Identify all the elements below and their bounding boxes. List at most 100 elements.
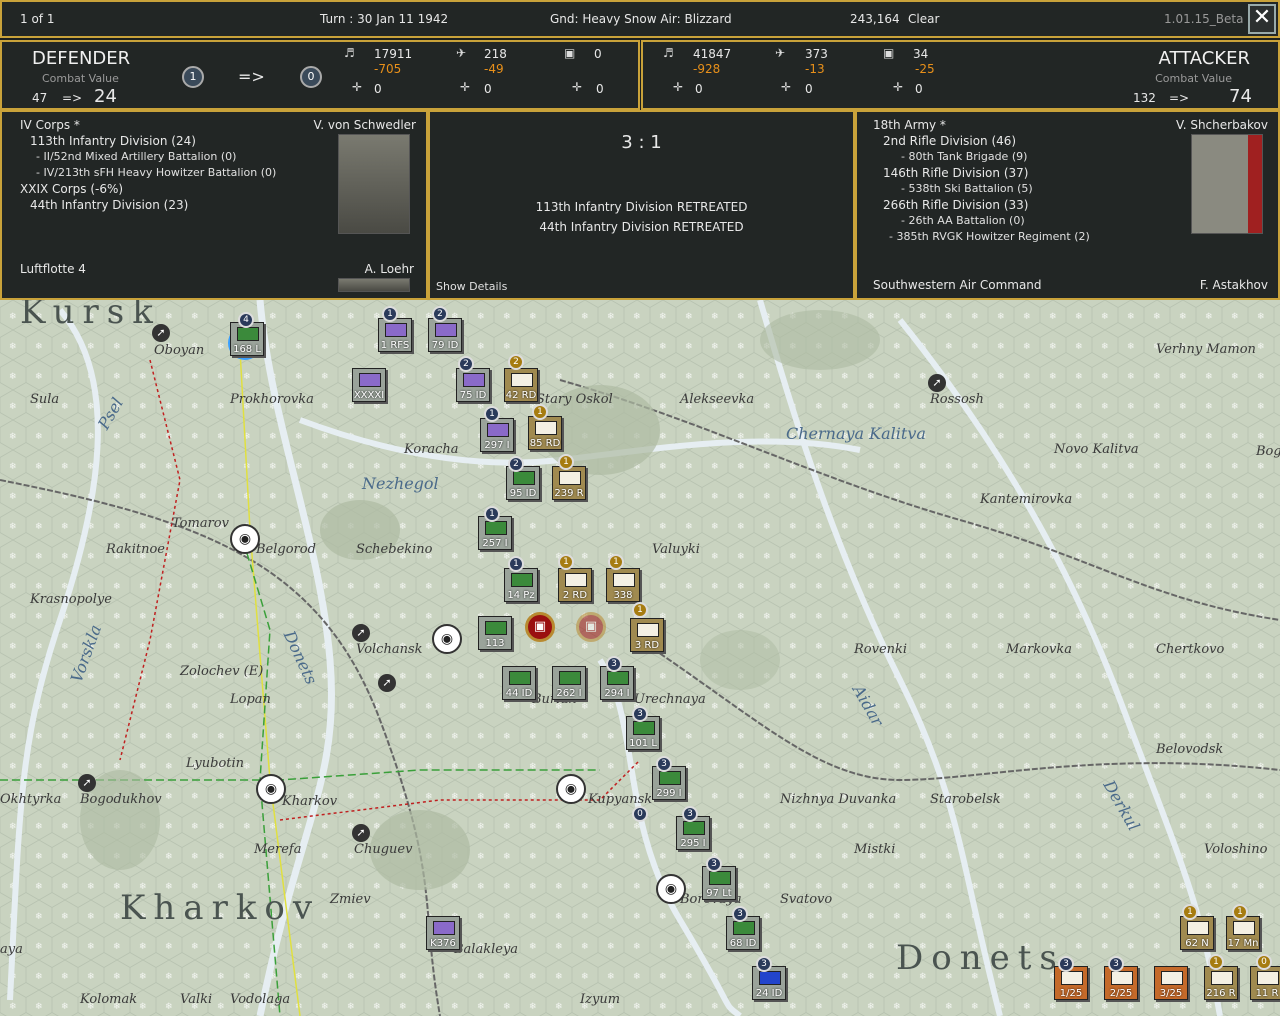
- attacker-subunit-1[interactable]: - 80th Tank Brigade (9): [901, 150, 1027, 163]
- unit-level-badge: 2: [508, 354, 524, 370]
- result-line-2: 44th Infantry Division RETREATED: [539, 220, 744, 234]
- attacker-cv-from: 132: [1133, 91, 1156, 105]
- infantry-icon: ♬: [344, 46, 355, 60]
- city-label: Izyum: [580, 992, 621, 1007]
- attacker-division-2[interactable]: 146th Rifle Division (37): [883, 166, 1028, 180]
- map-unit[interactable]: 44 ID: [502, 666, 536, 700]
- airfield-icon[interactable]: ➚: [78, 774, 96, 792]
- defender-title: DEFENDER: [32, 48, 131, 69]
- attacker-army[interactable]: 18th Army *: [873, 118, 946, 132]
- close-button[interactable]: ✕: [1248, 4, 1276, 34]
- unit-level-badge: 3: [1058, 956, 1074, 972]
- city-label: Stary Oskol: [536, 392, 613, 407]
- defender-air-portrait: [338, 278, 410, 292]
- map-unit[interactable]: 297 I: [480, 418, 514, 452]
- unit-level-badge: 3: [732, 906, 748, 922]
- attacker-subunit-2[interactable]: - 538th Ski Battalion (5): [901, 182, 1033, 195]
- attacker-bomb1: 0: [695, 82, 703, 96]
- defender-division-1[interactable]: 113th Infantry Division (24): [30, 134, 196, 148]
- defender-cv-label: Combat Value: [42, 72, 119, 85]
- attacker-air-command[interactable]: Southwestern Air Command: [873, 278, 1042, 292]
- city-label: Okhtyrka: [0, 792, 62, 807]
- defender-cv-from: 47: [32, 91, 48, 105]
- map-unit[interactable]: 216 R: [1204, 966, 1238, 1000]
- soviet-tank-hq-icon[interactable]: ▣: [576, 612, 606, 642]
- city-label: Koracha: [404, 442, 459, 457]
- top-status-bar: 1 of 1 Turn : 30 Jan 11 1942 Gnd: Heavy …: [0, 0, 1280, 38]
- unit-level-badge: 3: [606, 656, 622, 672]
- map-unit[interactable]: 11 R: [1250, 966, 1280, 1000]
- map-unit[interactable]: 3/25: [1154, 966, 1188, 1000]
- city-label: Sula: [30, 392, 60, 407]
- map-unit[interactable]: 17 Mn: [1226, 916, 1260, 950]
- map-unit[interactable]: 113: [478, 616, 512, 650]
- attacker-division-3[interactable]: 266th Rifle Division (33): [883, 198, 1028, 212]
- bomber-icon: ✛: [352, 80, 363, 94]
- map-unit[interactable]: 2/25: [1104, 966, 1138, 1000]
- heavy-bomber-icon: ✛: [460, 80, 471, 94]
- defender-division-2[interactable]: 44th Infantry Division (23): [30, 198, 188, 212]
- attacker-subunit-3[interactable]: - 26th AA Battalion (0): [901, 214, 1025, 227]
- hq-marker[interactable]: ◉: [556, 774, 586, 804]
- defender-air-command[interactable]: Luftflotte 4: [20, 262, 86, 276]
- map-unit[interactable]: 262 I: [552, 666, 586, 700]
- map-unit[interactable]: 239 R: [552, 466, 586, 500]
- strategic-map[interactable]: ❄ Kursk Kharkov Donets Chernaya Kalitva …: [0, 300, 1280, 1016]
- city-label: Krasnopolye: [30, 592, 112, 607]
- map-unit[interactable]: XXXXI: [352, 368, 386, 402]
- unit-level-badge: 4: [238, 312, 254, 328]
- attacker-subunit-4[interactable]: - 385th RVGK Howitzer Regiment (2): [889, 230, 1090, 243]
- map-unit[interactable]: K376: [426, 916, 460, 950]
- combat-odds: 3 : 1: [621, 132, 662, 153]
- map-unit[interactable]: 3 RD: [630, 618, 664, 652]
- unit-level-badge: 2: [432, 306, 448, 322]
- show-details-link[interactable]: Show Details: [436, 280, 507, 293]
- defender-subunit-2[interactable]: - IV/213th sFH Heavy Howitzer Battalion …: [36, 166, 276, 179]
- defender-commander: V. von Schwedler: [313, 118, 416, 132]
- map-unit[interactable]: 79 ID: [428, 318, 462, 352]
- map-unit[interactable]: 85 RD: [528, 416, 562, 450]
- attacker-cv-label: Combat Value: [1155, 72, 1232, 85]
- map-unit[interactable]: 24 ID: [752, 966, 786, 1000]
- map-unit[interactable]: 1 RFS: [378, 318, 412, 352]
- odds-arrow: =>: [238, 67, 265, 86]
- tank-icon: ▣: [883, 46, 895, 60]
- unit-level-badge: 1: [484, 406, 500, 422]
- region-label: Donets: [896, 938, 1065, 978]
- attacker-men-loss: -928: [693, 62, 721, 76]
- city-label: Svatovo: [780, 892, 833, 907]
- map-unit[interactable]: 299 I: [652, 766, 686, 800]
- hq-marker[interactable]: ◉: [432, 624, 462, 654]
- defender-subunit-1[interactable]: - II/52nd Mixed Artillery Battalion (0): [36, 150, 236, 163]
- map-unit[interactable]: 95 ID: [506, 466, 540, 500]
- city-label: Balakleya: [454, 942, 519, 957]
- airfield-icon[interactable]: ➚: [928, 374, 946, 392]
- map-unit[interactable]: 14 Pz: [504, 568, 538, 602]
- hq-marker[interactable]: ◉: [656, 874, 686, 904]
- unit-level-badge: 2: [458, 356, 474, 372]
- unit-level-badge: 1: [558, 454, 574, 470]
- map-unit[interactable]: 75 ID: [456, 368, 490, 402]
- hq-marker[interactable]: ◉: [230, 524, 260, 554]
- airfield-icon[interactable]: ➚: [352, 624, 370, 642]
- map-unit[interactable]: 338: [606, 568, 640, 602]
- map-unit[interactable]: 62 N: [1180, 916, 1214, 950]
- map-unit[interactable]: 97 Lt: [702, 866, 736, 900]
- defender-odds-from: 1: [182, 66, 204, 88]
- hq-marker[interactable]: ◉: [256, 774, 286, 804]
- attacker-commander-portrait: [1191, 134, 1263, 234]
- city-label: Valuyki: [652, 542, 700, 557]
- map-unit[interactable]: 2 RD: [558, 568, 592, 602]
- defender-men-loss: -705: [374, 62, 402, 76]
- defender-corps-1[interactable]: IV Corps *: [20, 118, 80, 132]
- city-label: Volchansk: [356, 642, 423, 657]
- airfield-icon[interactable]: ➚: [152, 324, 170, 342]
- defender-tanks: 0: [594, 47, 602, 61]
- map-unit[interactable]: 42 RD: [504, 368, 538, 402]
- soviet-tank-hq-icon[interactable]: ▣: [525, 612, 555, 642]
- map-unit[interactable]: 1/25: [1054, 966, 1088, 1000]
- airfield-icon[interactable]: ➚: [352, 824, 370, 842]
- airfield-icon[interactable]: ➚: [378, 674, 396, 692]
- defender-corps-2[interactable]: XXIX Corps (-6%): [20, 182, 123, 196]
- attacker-division-1[interactable]: 2nd Rifle Division (46): [883, 134, 1016, 148]
